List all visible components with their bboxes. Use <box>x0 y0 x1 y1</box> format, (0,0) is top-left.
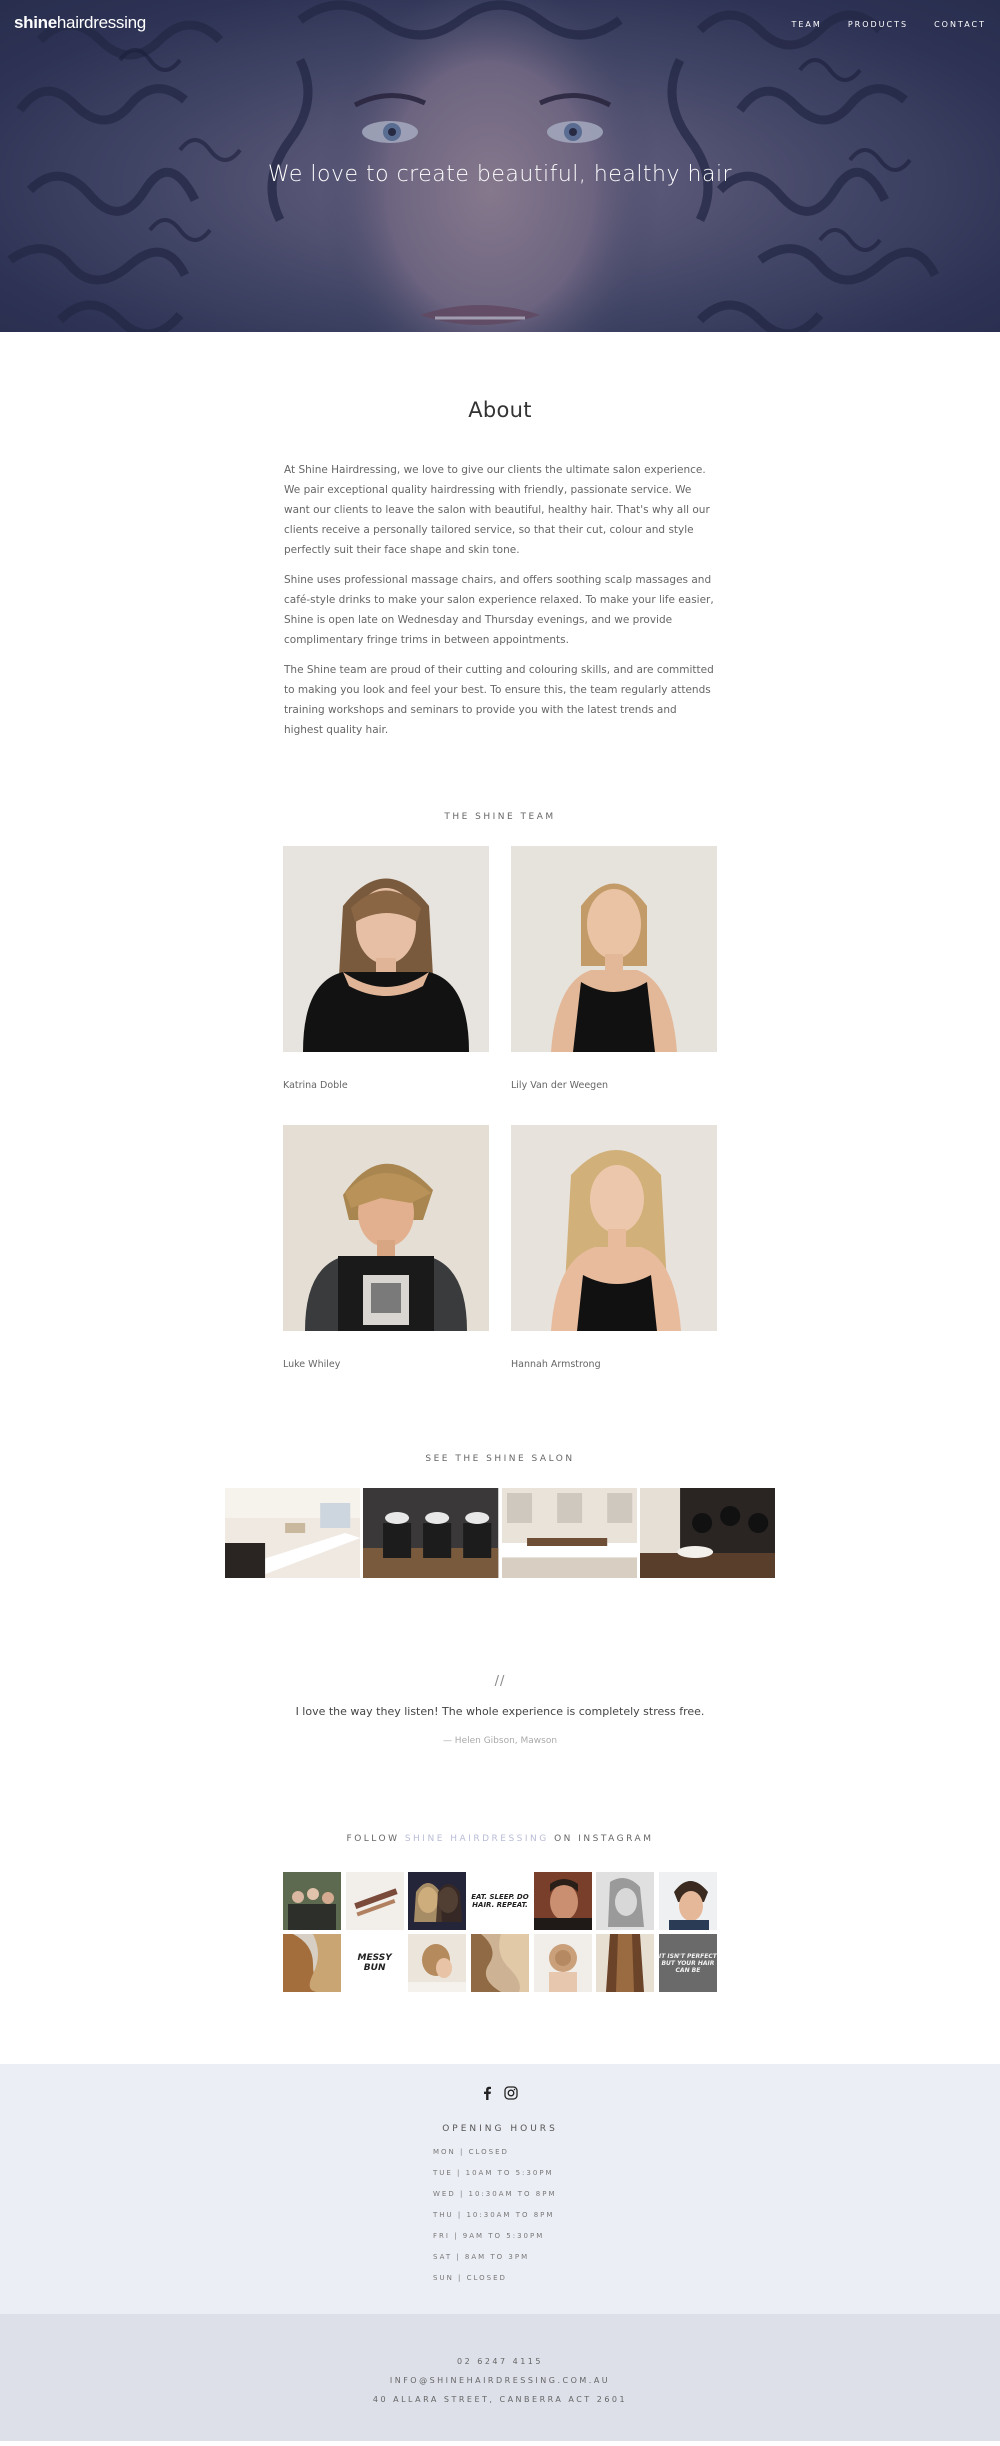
testimonial-text: I love the way they listen! The whole ex… <box>295 1705 705 1718</box>
hours-row: THU | 10:30AM TO 8PM <box>433 2211 555 2219</box>
hours-row: TUE | 10AM TO 5:30PM <box>433 2169 554 2177</box>
team-member-name: Hannah Armstrong <box>511 1359 601 1370</box>
about-title: About <box>468 398 532 422</box>
instagram-post[interactable] <box>408 1934 467 1992</box>
team-photo <box>283 1125 489 1331</box>
instagram-post[interactable]: IT ISN'T PERFECT BUT YOUR HAIR CAN BE <box>658 1934 717 1992</box>
team-photo <box>283 846 489 1052</box>
about-paragraph: At Shine Hairdressing, we love to give o… <box>284 464 710 556</box>
address: 40 ALLARA STREET, CANBERRA ACT 2601 <box>372 2395 628 2404</box>
instagram-post[interactable] <box>408 1872 467 1930</box>
instagram-post[interactable]: EAT. SLEEP. DO HAIR. REPEAT. <box>470 1872 529 1930</box>
opening-hours-list: MON | CLOSED TUE | 10AM TO 5:30PM WED | … <box>425 2142 575 2289</box>
testimonial-author: — Helen Gibson, Mawson <box>442 1736 558 1746</box>
footer-hours: OPENING HOURS MON | CLOSED TUE | 10AM TO… <box>0 2064 1000 2314</box>
nav-products[interactable]: PRODUCTS <box>848 20 908 29</box>
team-grid: Katrina Doble Lily Van der Weegen Luke W… <box>283 846 717 1370</box>
salon-photo[interactable] <box>639 1488 775 1578</box>
instagram-post[interactable] <box>533 1872 592 1930</box>
facebook-icon[interactable] <box>482 2086 492 2100</box>
team-section: THE SHINE TEAM Katrina Doble Lily Van de… <box>0 750 1000 1370</box>
team-member-name: Lily Van der Weegen <box>511 1080 609 1091</box>
salon-photo[interactable] <box>501 1488 637 1578</box>
instagram-post[interactable]: MESSY BUN <box>345 1934 404 1992</box>
team-member[interactable]: Katrina Doble <box>283 846 489 1091</box>
instagram-post-text: EAT. SLEEP. DO HAIR. REPEAT. <box>471 1893 529 1909</box>
about-paragraph: Shine uses professional massage chairs, … <box>284 574 714 646</box>
nav-team[interactable]: TEAM <box>791 20 821 29</box>
team-member-name: Katrina Doble <box>283 1080 348 1091</box>
team-member-name: Luke Whiley <box>283 1359 341 1370</box>
instagram-icon[interactable] <box>504 2086 518 2100</box>
hours-row: SUN | CLOSED <box>433 2274 507 2282</box>
team-member[interactable]: Hannah Armstrong <box>511 1125 717 1370</box>
instagram-post[interactable] <box>596 1934 655 1992</box>
hours-row: FRI | 9AM TO 5:30PM <box>433 2232 545 2240</box>
instagram-post[interactable] <box>283 1934 341 1992</box>
opening-hours-title: OPENING HOURS <box>442 2124 558 2134</box>
team-label: THE SHINE TEAM <box>444 812 556 822</box>
instagram-post[interactable] <box>283 1872 341 1930</box>
salon-photo[interactable] <box>363 1488 499 1578</box>
team-member[interactable]: Luke Whiley <box>283 1125 489 1370</box>
instagram-section: FOLLOW SHINE HAIRDRESSING ON INSTAGRAM E… <box>0 1746 1000 2064</box>
instagram-post[interactable] <box>658 1872 717 1930</box>
phone-link[interactable]: 02 6247 4115 <box>0 2352 1000 2371</box>
quote-mark: // <box>494 1674 506 1689</box>
salon-photo[interactable] <box>225 1488 361 1578</box>
instagram-post-text: MESSY BUN <box>357 1953 392 1973</box>
social-links <box>0 2084 1000 2102</box>
footer-contact: 02 6247 4115 INFO@SHINEHAIRDRESSING.COM.… <box>0 2314 1000 2441</box>
team-photo <box>511 1125 717 1331</box>
instagram-grid: EAT. SLEEP. DO HAIR. REPEAT. MESSY BUN I… <box>283 1872 717 1992</box>
main-nav: TEAM PRODUCTS CONTACT <box>791 20 986 29</box>
hours-row: SAT | 8AM TO 3PM <box>433 2253 530 2261</box>
instagram-post[interactable] <box>596 1872 655 1930</box>
salon-gallery <box>225 1488 775 1578</box>
instagram-post-text: IT ISN'T PERFECT BUT YOUR HAIR CAN BE <box>659 1952 717 1974</box>
instagram-post[interactable] <box>533 1934 592 1992</box>
instagram-label: FOLLOW SHINE HAIRDRESSING ON INSTAGRAM <box>346 1834 654 1844</box>
hours-row: MON | CLOSED <box>433 2148 509 2156</box>
about-text: At Shine Hairdressing, we love to give o… <box>284 460 716 740</box>
instagram-post[interactable] <box>345 1872 404 1930</box>
nav-contact[interactable]: CONTACT <box>934 20 986 29</box>
instagram-post[interactable] <box>470 1934 529 1992</box>
hero-title: We love to create beautiful, healthy hai… <box>267 162 733 187</box>
team-member[interactable]: Lily Van der Weegen <box>511 846 717 1091</box>
salon-section: SEE THE SHINE SALON <box>0 1370 1000 1578</box>
hero-banner: shinehairdressing TEAM PRODUCTS CONTACT … <box>0 0 1000 332</box>
footer: OPENING HOURS MON | CLOSED TUE | 10AM TO… <box>0 2064 1000 2441</box>
hours-row: WED | 10:30AM TO 8PM <box>433 2190 557 2198</box>
testimonial-section: // I love the way they listen! The whole… <box>0 1578 1000 1746</box>
about-section: About At Shine Hairdressing, we love to … <box>0 332 1000 740</box>
salon-label: SEE THE SHINE SALON <box>425 1454 575 1464</box>
instagram-link[interactable]: SHINE HAIRDRESSING <box>405 1834 549 1844</box>
team-photo <box>511 846 717 1052</box>
email-link[interactable]: INFO@SHINEHAIRDRESSING.COM.AU <box>0 2371 1000 2390</box>
about-paragraph: The Shine team are proud of their cuttin… <box>284 664 714 736</box>
logo[interactable]: shinehairdressing <box>14 13 146 33</box>
